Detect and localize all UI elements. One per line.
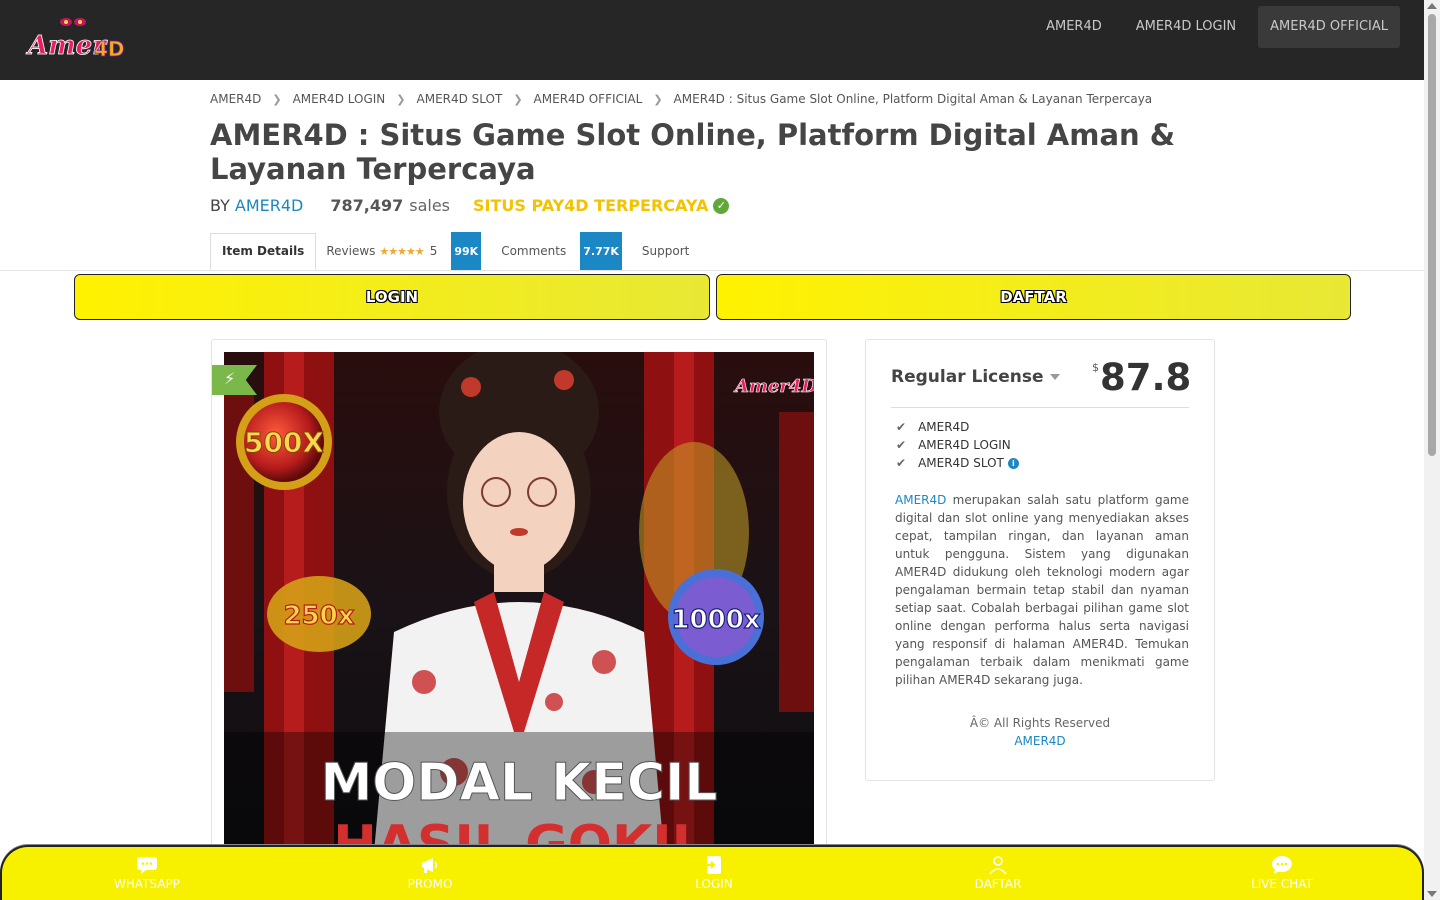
- license-title: Regular License: [891, 367, 1044, 387]
- breadcrumb: AMER4D ❯ AMER4D LOGIN ❯ AMER4D SLOT ❯ AM…: [210, 92, 1152, 106]
- tab-support-label: Support: [641, 244, 690, 258]
- trusted-label: SITUS PAY4D TERPERCAYA: [473, 196, 709, 215]
- tab-support[interactable]: Support: [632, 233, 699, 270]
- svg-text:4D: 4D: [94, 37, 124, 61]
- license-description: AMER4D merupakan salah satu platform gam…: [895, 491, 1189, 689]
- chevron-right-icon: ❯: [272, 92, 282, 106]
- author-link[interactable]: AMER4D: [235, 196, 303, 215]
- banner-logo-text: Amer4D: [733, 376, 814, 397]
- rights-text: Â© All Rights Reserved: [969, 716, 1111, 730]
- page-scrollbar[interactable]: [1424, 0, 1440, 900]
- feature-item: ✔ AMER4D LOGIN: [896, 438, 1011, 452]
- user-icon: [989, 856, 1007, 875]
- lightning-icon: ⚡: [224, 369, 236, 388]
- bottom-nav: WHATSAPP PROMO LOGIN DAFTAR LIVE CHAT: [0, 845, 1424, 900]
- feature-item: ✔ AMER4D: [896, 420, 969, 434]
- login-door-icon: [705, 856, 721, 874]
- live-chat-icon: [1272, 856, 1292, 874]
- license-divider: [891, 407, 1189, 408]
- description-text: merupakan salah satu platform game digit…: [895, 493, 1189, 687]
- rating-score: 5: [429, 244, 438, 258]
- feature-label: AMER4D SLOT: [918, 456, 1004, 470]
- info-icon[interactable]: i: [1007, 457, 1019, 469]
- nav-amer4d-official[interactable]: AMER4D OFFICIAL: [1258, 6, 1400, 48]
- breadcrumb-item-login[interactable]: AMER4D LOGIN: [293, 92, 386, 106]
- price-currency: $: [1092, 361, 1099, 374]
- top-header: Amer 4D AMER4D AMER4D LOGIN AMER4D OFFIC…: [0, 0, 1424, 80]
- banner-headline: MODAL KECIL: [320, 753, 717, 813]
- feature-item: ✔ AMER4D SLOT i: [896, 456, 1019, 470]
- copyright: Â© All Rights Reserved AMER4D: [866, 714, 1214, 750]
- comments-count-badge: 7.77K: [580, 232, 622, 271]
- site-logo[interactable]: Amer 4D: [24, 14, 124, 66]
- breadcrumb-item-official[interactable]: AMER4D OFFICIAL: [534, 92, 643, 106]
- license-box: Regular License $ 87.8 ✔ AMER4D ✔ AMER4D L…: [865, 339, 1215, 781]
- tab-comments-label: Comments: [501, 244, 567, 258]
- feature-label: AMER4D LOGIN: [918, 438, 1011, 452]
- bottom-nav-login-label: LOGIN: [695, 877, 733, 891]
- breadcrumb-item-current: AMER4D : Situs Game Slot Online, Platfor…: [673, 92, 1153, 106]
- by-label: BY: [210, 196, 230, 215]
- bottom-nav-whatsapp-label: WHATSAPP: [113, 877, 181, 891]
- daftar-button[interactable]: DAFTAR: [716, 274, 1351, 320]
- login-button[interactable]: LOGIN: [74, 274, 710, 320]
- bottom-nav-whatsapp[interactable]: WHATSAPP: [87, 855, 207, 891]
- tab-comments[interactable]: Comments 7.77K: [491, 232, 632, 271]
- megaphone-icon: [422, 858, 438, 873]
- tab-reviews-label: Reviews: [326, 244, 376, 258]
- rating-stars-icon: ★★★★★: [379, 245, 424, 258]
- checkmark-icon: ✔: [896, 438, 907, 452]
- reviews-count-badge: 99K: [451, 232, 482, 271]
- bottom-nav-daftar[interactable]: DAFTAR: [938, 855, 1058, 891]
- preview-banner-image[interactable]: 500X 250x 1000x Amer4D MODAL KECIL HASIL…: [224, 352, 814, 852]
- breadcrumb-item-slot[interactable]: AMER4D SLOT: [417, 92, 503, 106]
- item-tabs: Item Details Reviews ★★★★★ 5 99K Comment…: [210, 232, 699, 271]
- bottom-nav-live-chat[interactable]: LIVE CHAT: [1222, 855, 1342, 891]
- sales-label: sales: [409, 196, 450, 215]
- multiplier-250-label: 250x: [283, 601, 354, 631]
- bottom-nav-daftar-label: DAFTAR: [974, 877, 1022, 891]
- byline: BY AMER4D 787,497 sales SITUS PAY4D TERP…: [210, 196, 730, 215]
- scroll-thumb[interactable]: [1428, 14, 1436, 456]
- checkmark-icon: ✔: [896, 420, 907, 434]
- multiplier-1000-label: 1000x: [671, 605, 760, 635]
- price-value: 87.8: [1100, 356, 1192, 399]
- tab-item-details[interactable]: Item Details: [210, 233, 317, 270]
- item-preview-panel: 500X 250x 1000x Amer4D MODAL KECIL HASIL…: [211, 339, 827, 859]
- tab-item-details-label: Item Details: [222, 244, 305, 258]
- description-link[interactable]: AMER4D: [895, 493, 946, 507]
- license-selector[interactable]: Regular License: [891, 367, 1060, 387]
- page-title: AMER4D : Situs Game Slot Online, Platfor…: [210, 118, 1176, 186]
- feature-label: AMER4D: [918, 420, 970, 434]
- banner-illustration: 500X 250x 1000x Amer4D MODAL KECIL HASIL…: [224, 352, 814, 852]
- chevron-right-icon: ❯: [396, 92, 406, 106]
- tab-divider: [0, 270, 1424, 271]
- multiplier-500-label: 500X: [244, 426, 324, 459]
- verified-check-icon: ✓: [713, 197, 730, 214]
- tab-reviews[interactable]: Reviews ★★★★★ 5 99K: [316, 232, 491, 271]
- bottom-nav-promo[interactable]: PROMO: [370, 855, 490, 891]
- rights-brand-link[interactable]: AMER4D: [866, 732, 1214, 750]
- scroll-up-arrow-icon[interactable]: [1427, 3, 1437, 9]
- checkmark-icon: ✔: [896, 456, 907, 470]
- chevron-right-icon: ❯: [513, 92, 523, 106]
- chevron-right-icon: ❯: [653, 92, 663, 106]
- breadcrumb-item-amer4d[interactable]: AMER4D: [210, 92, 261, 106]
- bottom-nav-promo-label: PROMO: [407, 877, 453, 891]
- nav-amer4d[interactable]: AMER4D: [1034, 6, 1114, 48]
- scroll-down-arrow-icon[interactable]: [1427, 891, 1437, 897]
- nav-amer4d-login[interactable]: AMER4D LOGIN: [1124, 6, 1248, 48]
- chat-bubble-icon: [137, 857, 157, 874]
- top-nav: AMER4D AMER4D LOGIN AMER4D OFFICIAL: [1024, 6, 1400, 48]
- bottom-nav-live-chat-label: LIVE CHAT: [1251, 877, 1313, 891]
- sales-count: 787,497: [330, 196, 404, 215]
- bottom-nav-login[interactable]: LOGIN: [654, 855, 774, 891]
- caret-down-icon: [1049, 374, 1060, 380]
